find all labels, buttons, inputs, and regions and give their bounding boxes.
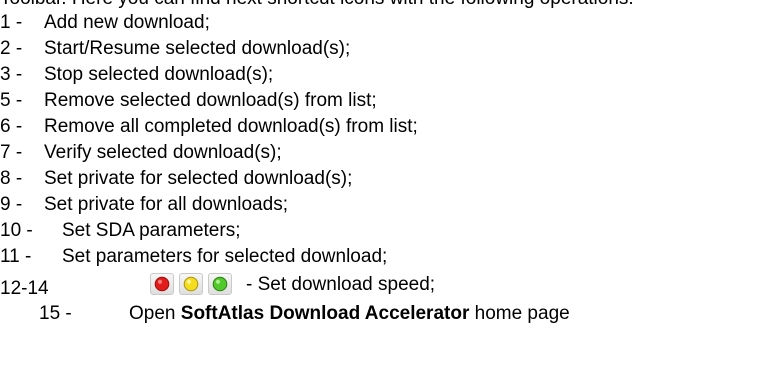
list-item-remove-completed: 6 - Remove all completed download(s) fro… (0, 114, 776, 140)
item-number: 10 - (0, 220, 33, 241)
item-number: 15 - (39, 303, 72, 324)
item-number: 6 - (0, 116, 23, 137)
item-number: 9 - (0, 194, 23, 215)
product-name-text: SoftAtlas Download Accelerator (180, 303, 470, 324)
item-description: Add new download; (44, 12, 210, 33)
item-description: Remove all completed download(s) from li… (44, 116, 418, 137)
item-number: 11 - (0, 246, 32, 267)
item-number: 1 - (0, 12, 23, 33)
item-description: Set SDA parameters; (62, 220, 241, 241)
list-item-add-download: 1 - Add new download; (0, 10, 776, 36)
home-suffix-text: home page (469, 303, 570, 324)
home-prefix-text: Open (129, 303, 181, 324)
item-description: Remove selected download(s) from list; (44, 90, 377, 111)
speed-icon-group (150, 273, 240, 295)
list-item-remove-selected: 5 - Remove selected download(s) from lis… (0, 88, 776, 114)
list-item-start-resume: 2 - Start/Resume selected download(s); (0, 36, 776, 62)
item-description: Start/Resume selected download(s); (44, 38, 351, 59)
item-number: 7 - (0, 142, 23, 163)
list-item-download-speed: 12-14 - Set download speed; (0, 270, 776, 300)
yellow-speed-icon (179, 273, 203, 295)
toolbar-shortcut-list: 1 - Add new download; 2 - Start/Resume s… (0, 10, 776, 328)
item-description: Verify selected download(s); (44, 142, 282, 163)
item-description: Stop selected download(s); (44, 64, 274, 85)
item-description: Set parameters for selected download; (62, 246, 388, 267)
item-number: 8 - (0, 168, 23, 189)
item-description: Open SoftAtlas Download Accelerator home… (129, 300, 570, 328)
green-speed-icon (208, 273, 232, 295)
item-description: Set private for all downloads; (44, 194, 288, 215)
list-item-stop: 3 - Stop selected download(s); (0, 62, 776, 88)
item-description: Set private for selected download(s); (44, 168, 353, 189)
list-item-set-private-selected: 8 - Set private for selected download(s)… (0, 166, 776, 192)
item-number: 2 - (0, 38, 23, 59)
item-description: - Set download speed; (246, 274, 436, 295)
list-item-sda-parameters: 10 - Set SDA parameters; (0, 218, 776, 244)
item-number: 3 - (0, 64, 23, 85)
list-item-verify: 7 - Verify selected download(s); (0, 140, 776, 166)
item-number: 5 - (0, 90, 23, 111)
list-item-home-page: 15 - Open SoftAtlas Download Accelerator… (0, 300, 776, 328)
list-item-set-private-all: 9 - Set private for all downloads; (0, 192, 776, 218)
red-speed-icon (150, 273, 174, 295)
list-item-download-parameters: 11 - Set parameters for selected downloa… (0, 244, 776, 270)
